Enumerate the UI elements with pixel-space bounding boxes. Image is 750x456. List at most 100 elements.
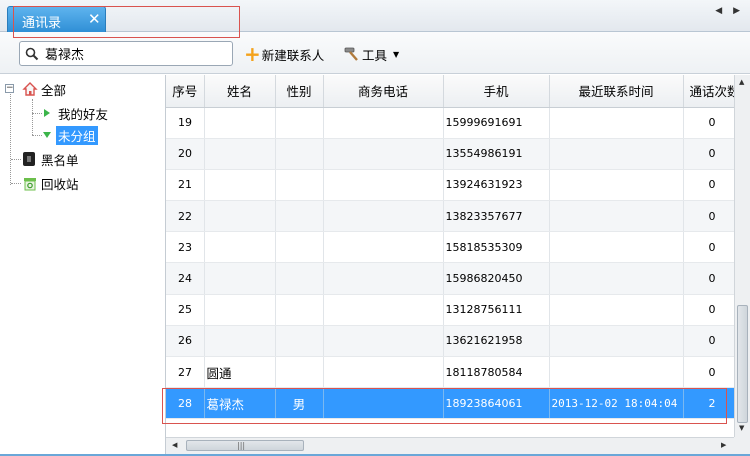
tree-connector [32, 99, 33, 135]
cell-gender [275, 356, 324, 389]
collapse-icon[interactable]: − [5, 84, 14, 93]
cell-mobile: 18118780584 [443, 356, 550, 389]
table-header: 序号 姓名 性别 商务电话 手机 最近联系时间 通话次数 [166, 75, 734, 108]
search-box[interactable] [19, 41, 233, 66]
scroll-right-icon[interactable]: ▶ [721, 441, 726, 449]
table-row[interactable]: 26 13621621958 0 [166, 325, 734, 358]
cell-gender [275, 138, 324, 170]
cell-index: 25 [166, 294, 205, 326]
table-row[interactable]: 24 15986820450 0 [166, 262, 734, 295]
contacts-table: 序号 姓名 性别 商务电话 手机 最近联系时间 通话次数 19 159996916… [166, 75, 734, 437]
tree-node-ungrouped[interactable]: 未分组 [42, 125, 98, 145]
cell-business-phone [323, 231, 444, 264]
cell-call-count: 0 [683, 138, 734, 170]
vertical-scrollbar[interactable]: ▲ ▼ [734, 75, 750, 437]
cell-business-phone [323, 107, 444, 139]
table-row[interactable]: 27 圆通 18118780584 0 [166, 356, 734, 389]
cell-business-phone [323, 169, 444, 202]
cell-gender [275, 294, 324, 326]
cell-index: 26 [166, 325, 205, 358]
cell-mobile: 13554986191 [443, 138, 550, 170]
cell-call-count: 0 [683, 356, 734, 389]
cell-name [204, 325, 276, 358]
cell-business-phone [323, 200, 444, 233]
cell-name [204, 200, 276, 233]
cell-index: 24 [166, 262, 205, 295]
recycle-bin-icon [24, 178, 36, 191]
horizontal-scrollbar[interactable]: ◀ ||| ▶ [166, 437, 734, 454]
cell-gender [275, 262, 324, 295]
scroll-up-icon[interactable]: ▲ [739, 78, 744, 86]
tab-scroll-arrows-icon[interactable]: ◀ ▶ [715, 6, 744, 16]
cell-business-phone [323, 262, 444, 295]
tree-node-label: 回收站 [41, 176, 79, 192]
column-header-mobile[interactable]: 手机 [443, 75, 550, 108]
tree-node-label: 我的好友 [58, 106, 109, 122]
cell-call-count: 0 [683, 262, 734, 295]
cell-last-contact [549, 294, 684, 326]
tools-menu-button[interactable]: 工具 ▼ [344, 44, 399, 64]
cell-mobile: 13621621958 [443, 325, 550, 358]
cell-mobile: 13128756111 [443, 294, 550, 326]
cell-name [204, 138, 276, 170]
cell-mobile: 15999691691 [443, 107, 550, 139]
table-row[interactable]: 23 15818535309 0 [166, 231, 734, 264]
cell-name [204, 107, 276, 139]
search-input[interactable] [45, 44, 229, 63]
cell-name [204, 231, 276, 264]
cell-call-count: 0 [683, 200, 734, 233]
column-header-call-count[interactable]: 通话次数 [683, 75, 734, 108]
home-icon [22, 82, 38, 96]
cell-mobile: 15818535309 [443, 231, 550, 264]
column-header-name[interactable]: 姓名 [204, 75, 276, 108]
cell-gender [275, 107, 324, 139]
grip-icon: ||| [237, 441, 246, 450]
selected-row-highlight-box [162, 388, 727, 424]
cell-index: 19 [166, 107, 205, 139]
tree-connector [32, 113, 42, 114]
column-header-gender[interactable]: 性别 [275, 75, 324, 108]
toolbar: + 新建联系人 工具 ▼ [0, 32, 750, 74]
tree-node-all[interactable]: 全部 [22, 80, 66, 98]
cell-mobile: 13924631923 [443, 169, 550, 202]
new-contact-button[interactable]: + 新建联系人 [244, 44, 324, 64]
table-row[interactable]: 20 13554986191 0 [166, 138, 734, 170]
table-row[interactable]: 21 13924631923 0 [166, 169, 734, 202]
vertical-scroll-thumb[interactable] [737, 305, 748, 423]
cell-index: 27 [166, 356, 205, 389]
cell-last-contact [549, 200, 684, 233]
cell-index: 23 [166, 231, 205, 264]
hammer-icon [344, 47, 358, 61]
table-row[interactable]: 25 13128756111 0 [166, 294, 734, 326]
cell-gender [275, 200, 324, 233]
scroll-down-icon[interactable]: ▼ [739, 424, 744, 432]
search-highlight-box [13, 6, 240, 38]
cell-last-contact [549, 356, 684, 389]
table-row[interactable]: 22 13823357677 0 [166, 200, 734, 233]
tree-connector [11, 159, 21, 160]
tree-node-recycle[interactable]: 回收站 [22, 174, 79, 192]
triangle-right-icon [44, 109, 50, 117]
tree-node-friends[interactable]: 我的好友 [42, 104, 108, 122]
horizontal-scroll-thumb[interactable]: ||| [186, 440, 304, 451]
tree-connector [10, 89, 11, 185]
cell-business-phone [323, 325, 444, 358]
cell-name [204, 262, 276, 295]
cell-last-contact [549, 262, 684, 295]
column-header-last-contact[interactable]: 最近联系时间 [549, 75, 684, 108]
cell-business-phone [323, 294, 444, 326]
search-icon [25, 47, 39, 61]
group-tree: − 全部 我的好友 未分组 黑名单 回收站 [0, 75, 166, 456]
scroll-left-icon[interactable]: ◀ [172, 441, 177, 449]
cell-index: 22 [166, 200, 205, 233]
tree-connector [32, 135, 42, 136]
triangle-down-icon [43, 132, 51, 138]
cell-call-count: 0 [683, 325, 734, 358]
tree-node-blacklist[interactable]: 黑名单 [22, 150, 79, 168]
tree-node-label: 未分组 [56, 125, 98, 145]
cell-business-phone [323, 356, 444, 389]
column-header-business-phone[interactable]: 商务电话 [323, 75, 444, 108]
table-row[interactable]: 19 15999691691 0 [166, 107, 734, 139]
cell-business-phone [323, 138, 444, 170]
column-header-index[interactable]: 序号 [166, 75, 205, 108]
